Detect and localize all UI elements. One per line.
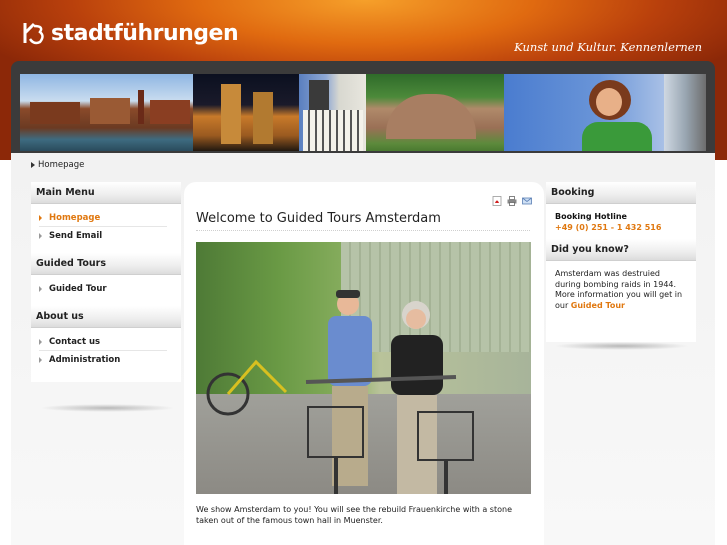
breadcrumb-item-homepage[interactable]: Homepage (38, 160, 84, 170)
arrow-right-icon (39, 233, 42, 239)
banner-photo-woman (504, 74, 664, 151)
pdf-icon[interactable] (492, 196, 502, 206)
about-us-heading: About us (31, 306, 181, 328)
logo-text: stadtführungen (51, 20, 239, 46)
banner-photo-harbor (20, 74, 193, 151)
did-you-know-panel: Amsterdam was destruied during bombing r… (546, 261, 696, 317)
menu-item-label: Contact us (49, 336, 101, 347)
menu-item-label: Homepage (49, 212, 101, 223)
menu-item-homepage[interactable]: Homepage (39, 209, 167, 227)
left-sidebar-shadow (40, 404, 175, 412)
guided-tours-menu: Guided Tour (31, 275, 181, 306)
banner-photo-cathedral (193, 74, 299, 151)
article-tools (492, 196, 532, 206)
arrow-right-icon (39, 357, 42, 363)
menu-item-guided-tour[interactable]: Guided Tour (39, 280, 167, 298)
print-icon[interactable] (507, 196, 517, 206)
breadcrumb-arrow-icon (31, 162, 35, 168)
email-icon[interactable] (522, 196, 532, 206)
booking-phone: +49 (0) 251 - 1 432 516 (555, 223, 662, 232)
did-you-know-heading: Did you know? (546, 239, 696, 261)
booking-panel: Booking Hotline +49 (0) 251 - 1 432 516 (546, 204, 696, 239)
arrow-right-icon (39, 338, 42, 345)
main-photo-cyclists (196, 242, 531, 494)
menu-item-label: Send Email (49, 231, 103, 241)
logo-mark-icon (23, 22, 44, 45)
about-us-menu: Contact us Administration (31, 328, 181, 377)
menu-item-contact-us[interactable]: Contact us (39, 333, 167, 351)
arrow-right-icon (39, 214, 42, 221)
left-sidebar: Main Menu Homepage Send Email Guided Tou… (31, 182, 181, 382)
main-menu-heading: Main Menu (31, 182, 181, 204)
site-logo[interactable]: stadtführungen (22, 18, 239, 48)
menu-item-label: Guided Tour (49, 284, 107, 294)
page-title: Welcome to Guided Tours Amsterdam (196, 211, 441, 226)
main-content: Welcome to Guided Tours Amsterdam We sho… (184, 182, 544, 545)
menu-item-label: Administration (49, 355, 121, 365)
breadcrumb: Homepage (31, 160, 84, 170)
guided-tours-heading: Guided Tours (31, 253, 181, 275)
banner-photo-street (664, 74, 706, 151)
booking-hotline-label: Booking Hotline (555, 212, 627, 221)
photo-caption: We show Amsterdam to you! You will see t… (196, 505, 512, 525)
banner-photo-castle (366, 74, 504, 151)
header-banner (20, 74, 706, 151)
booking-heading: Booking (546, 182, 696, 204)
right-sidebar-shadow (554, 342, 689, 350)
main-menu: Homepage Send Email (31, 204, 181, 253)
menu-item-administration[interactable]: Administration (39, 351, 167, 369)
right-sidebar: Booking Booking Hotline +49 (0) 251 - 1 … (546, 182, 696, 342)
guided-tour-link[interactable]: Guided Tour (571, 301, 625, 310)
title-divider (196, 230, 530, 231)
banner-photo-townhall (299, 74, 366, 151)
tagline: Kunst und Kultur. Kennenlernen (514, 40, 702, 54)
photo-bicycles (206, 359, 474, 494)
arrow-right-icon (39, 286, 42, 292)
menu-item-send-email[interactable]: Send Email (39, 227, 167, 245)
